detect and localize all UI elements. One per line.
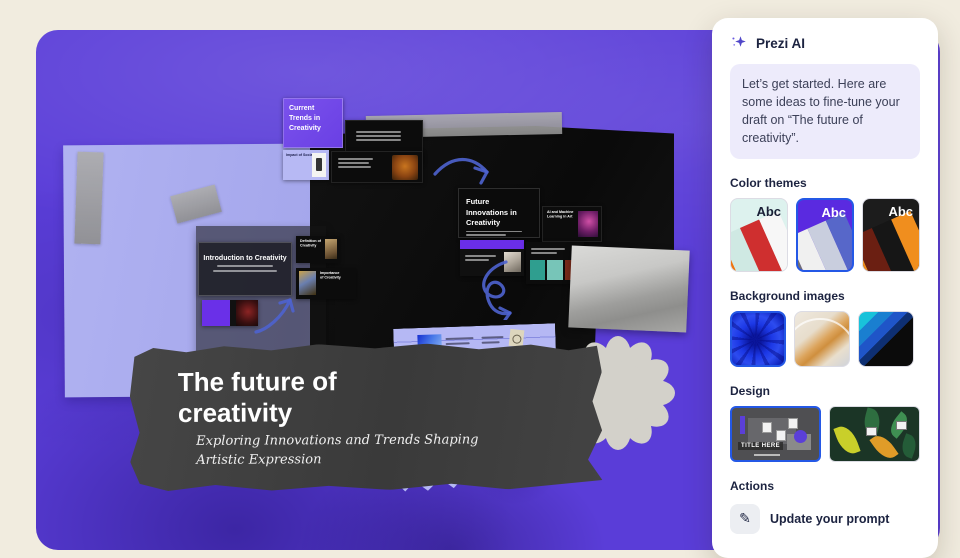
color-themes-row: Abc Abc Abc: [730, 198, 920, 272]
presentation-title[interactable]: The future of creativity: [178, 366, 388, 428]
pencil-icon: ✎: [730, 504, 760, 534]
phone-photo-thumbnail: [312, 153, 326, 177]
panel-title: Prezi AI: [756, 36, 805, 51]
sparkle-icon: [730, 34, 748, 52]
curl-arrow: [472, 258, 528, 320]
design-thumb-collage-selected[interactable]: TITLE HERE: [730, 406, 821, 462]
background-thumb-dark-geometric[interactable]: [858, 311, 914, 367]
assistant-message: Let’s get started. Here are some ideas t…: [730, 64, 920, 159]
presentation-subtitle[interactable]: Exploring Innovations and Trends Shaping…: [196, 431, 506, 470]
slide-title: Current Trends in Creativity: [289, 105, 321, 132]
slide-card-social-media[interactable]: Impact of Social Media: [283, 150, 329, 180]
update-prompt-action[interactable]: ✎ Update your prompt: [730, 504, 920, 534]
design-thumb-leaves[interactable]: [829, 406, 920, 462]
arrow-to-future-card: [429, 148, 501, 196]
slide-title: Importance of Creativity: [320, 271, 342, 280]
design-label: Design: [730, 384, 920, 398]
design-thumb-title: TITLE HERE: [738, 442, 783, 450]
slide-card-introduction[interactable]: Introduction to Creativity: [198, 242, 292, 296]
slide-card-definition[interactable]: Definition of Creativity: [296, 236, 340, 263]
bird-photo-thumbnail: [392, 155, 418, 180]
theme-card-dark[interactable]: Abc: [862, 198, 920, 272]
stamp-sticker: [509, 329, 525, 347]
gray-photo: [568, 245, 689, 332]
actions-label: Actions: [730, 479, 920, 493]
slide-card-importance[interactable]: Importance of Creativity: [296, 268, 356, 299]
background-images-label: Background images: [730, 289, 920, 303]
purple-block: [202, 300, 230, 326]
tape-piece-left: [74, 152, 103, 245]
background-thumb-blue-flower-selected[interactable]: [730, 311, 786, 367]
title-paper[interactable]: The future of creativity Exploring Innov…: [130, 343, 603, 491]
background-images-row: [730, 311, 920, 367]
slide-title: AI and Machine Learning in Art: [547, 210, 581, 219]
purple-band: [460, 240, 524, 249]
panel-header: Prezi AI: [730, 34, 920, 52]
photo-thumbnail: [325, 239, 337, 259]
theme-sample-text: Abc: [888, 204, 913, 219]
theme-sample-text: Abc: [821, 205, 846, 220]
slide-title: Definition of Creativity: [300, 239, 324, 248]
color-themes-label: Color themes: [730, 176, 920, 190]
slide-title: Future Innovations in Creativity: [466, 197, 517, 227]
update-prompt-label: Update your prompt: [770, 512, 889, 526]
theme-card-light[interactable]: Abc: [730, 198, 788, 272]
magenta-photo-thumbnail: [578, 211, 598, 237]
theme-card-purple-selected[interactable]: Abc: [796, 198, 854, 272]
slide-card-trends-detail[interactable]: [331, 151, 423, 183]
slide-title: Introduction to Creativity: [203, 255, 286, 262]
slide-card-ai-art[interactable]: AI and Machine Learning in Art: [542, 206, 602, 242]
theme-sample-text: Abc: [756, 204, 781, 219]
starburst-shape: [794, 430, 807, 443]
prezi-ai-panel: Prezi AI Let’s get started. Here are som…: [712, 18, 938, 558]
design-row: TITLE HERE: [730, 406, 920, 462]
slide-card-current-trends[interactable]: Current Trends in Creativity: [283, 98, 343, 148]
background-thumb-beige-abstract[interactable]: [794, 311, 850, 367]
arrow-near-introduction: [248, 290, 304, 340]
